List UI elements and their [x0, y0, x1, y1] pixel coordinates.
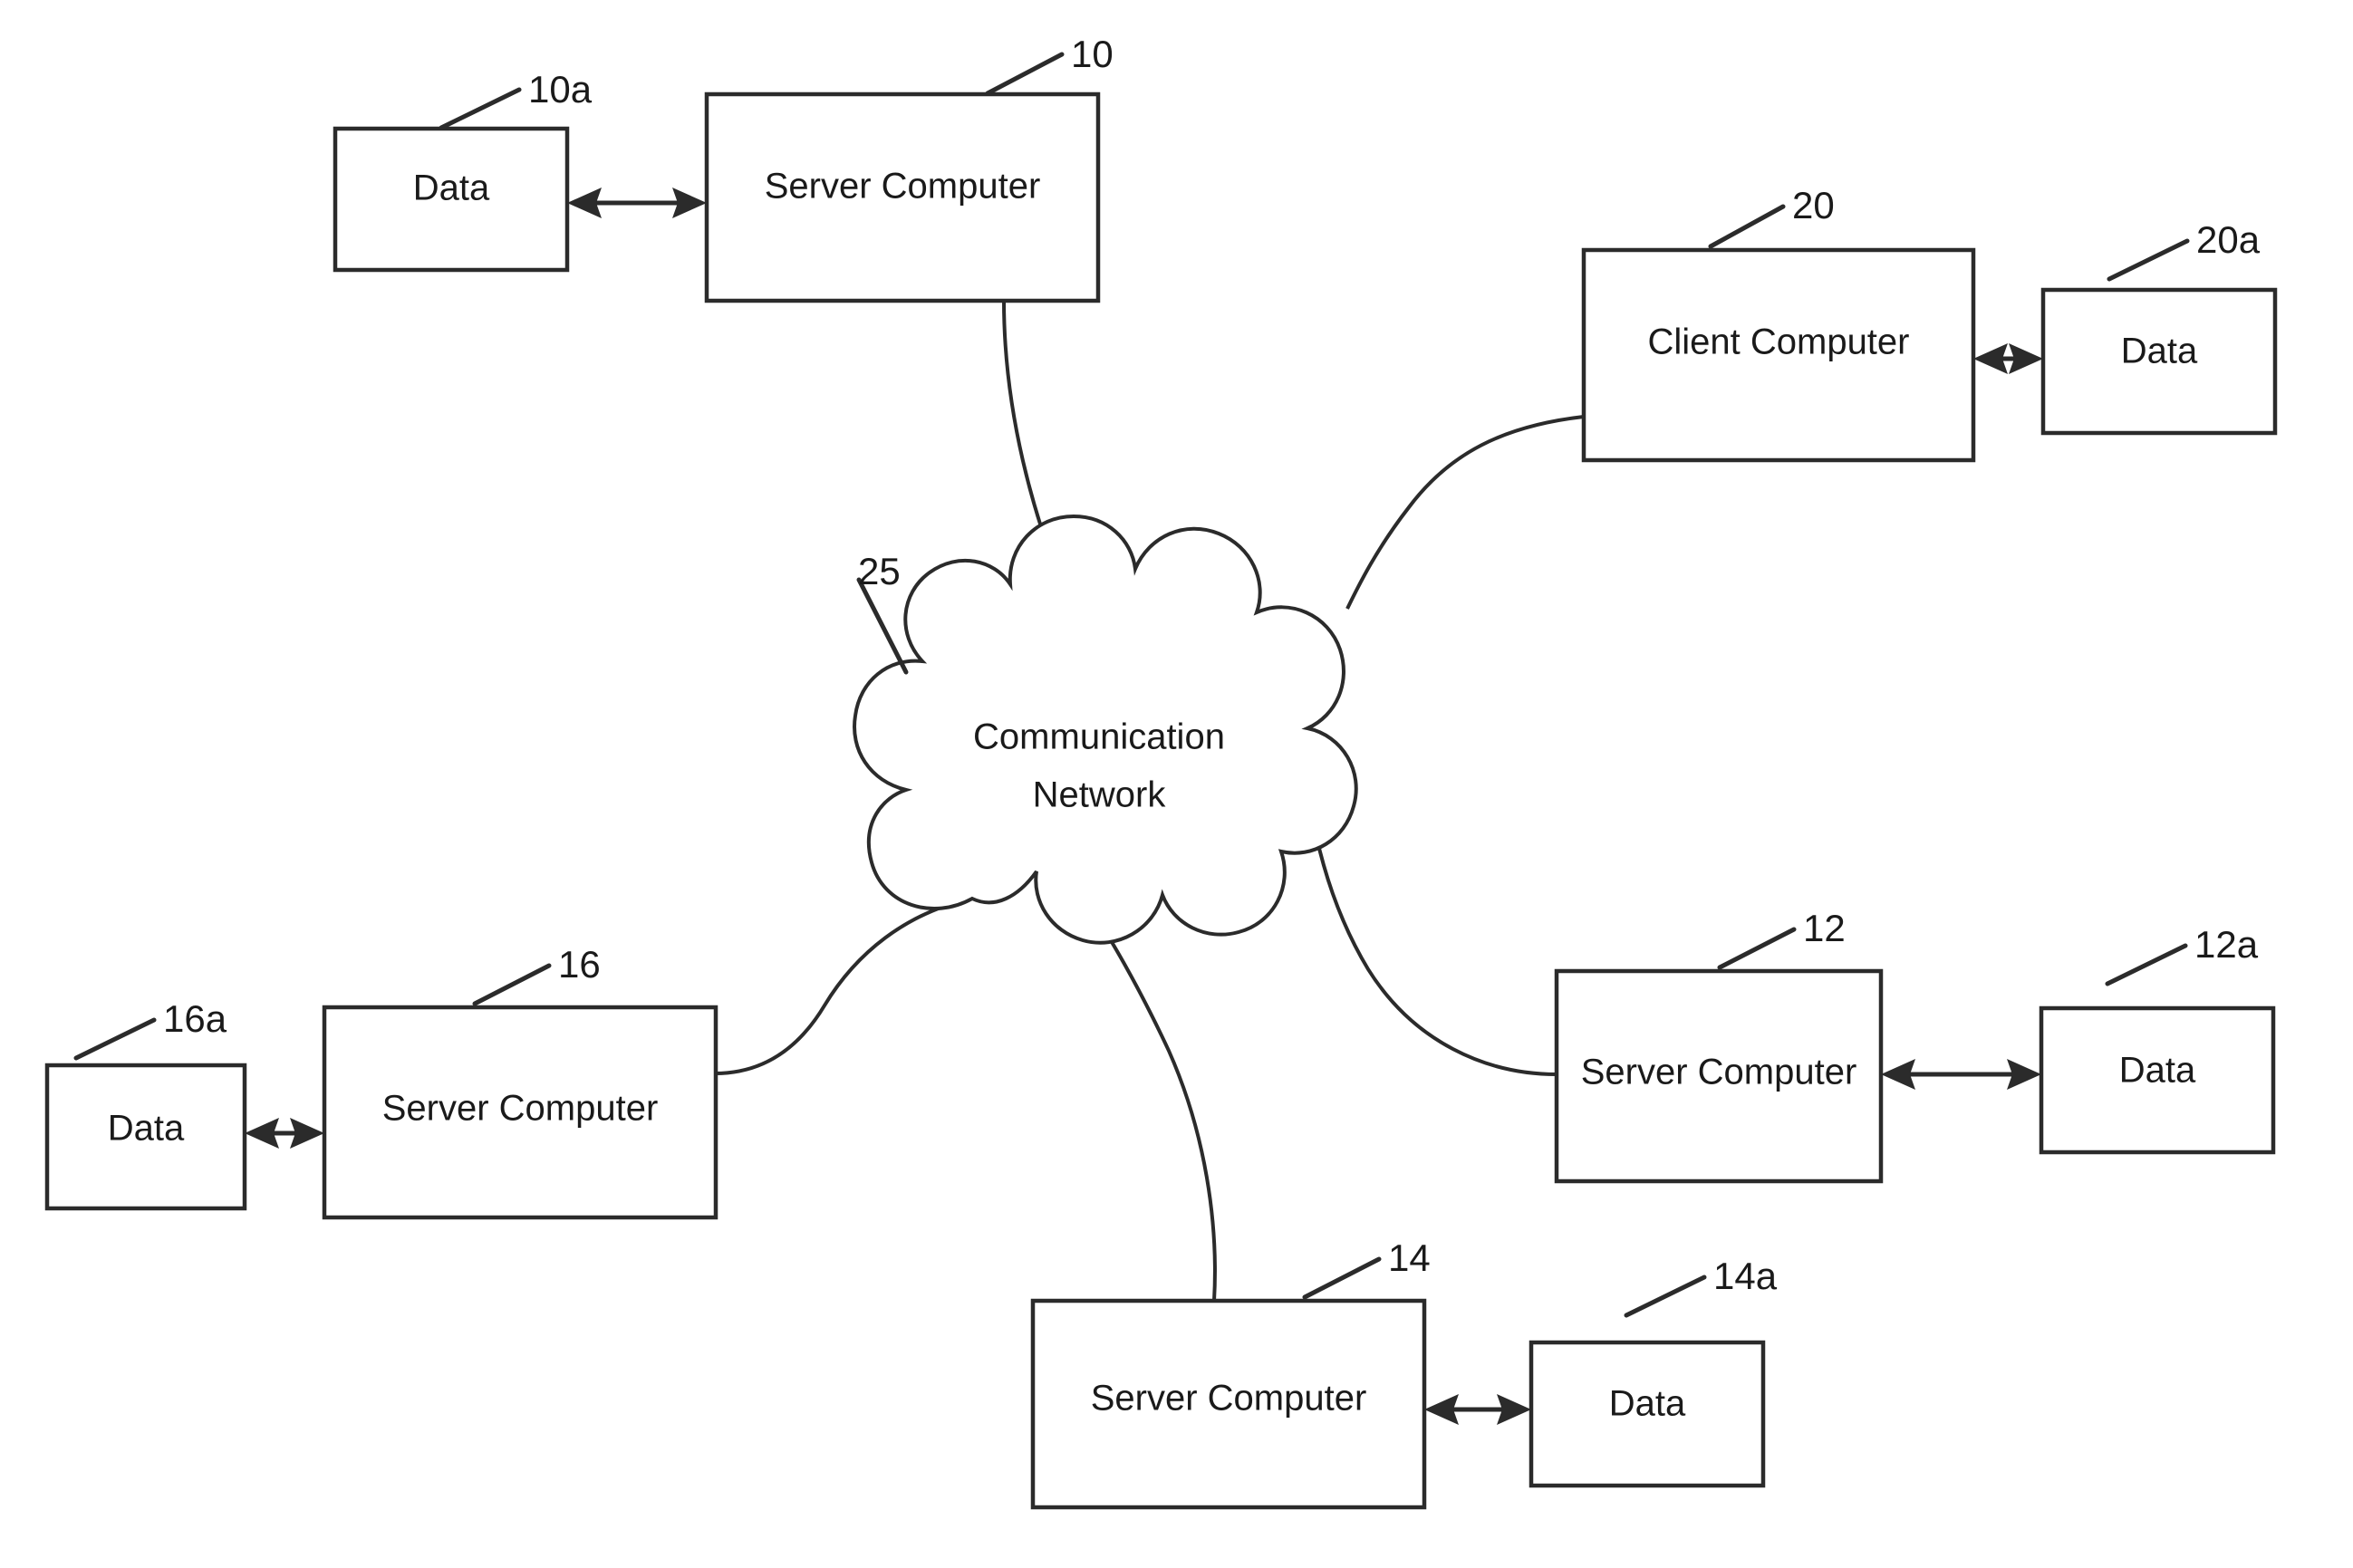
data-12a-label: Data: [2119, 1051, 2196, 1091]
server-16-label: Server Computer: [382, 1089, 659, 1129]
link-server16-to-cloud: [714, 897, 972, 1075]
leader-line-14: [1302, 1256, 1382, 1300]
communication-network-cloud: Communication Network: [853, 514, 1358, 945]
cloud-label-line-2: Network: [1033, 775, 1167, 815]
leader-line-20a: [2107, 238, 2190, 282]
link-server14-to-cloud: [1090, 909, 1217, 1302]
reference-numeral-10a: 10a: [528, 68, 593, 111]
node-data-12a[interactable]: Data 12a: [2039, 923, 2276, 1155]
network-diagram-figure: Communication Network 25 Server Computer…: [0, 0, 2353, 1568]
data-10a-label: Data: [413, 168, 490, 208]
client-20-label: Client Computer: [1647, 322, 1909, 362]
reference-numeral-16: 16: [558, 943, 601, 986]
leader-line-14a: [1624, 1275, 1707, 1318]
reference-marker-25: 25: [856, 550, 909, 675]
node-data-16a[interactable]: Data 16a: [44, 997, 247, 1211]
node-server-12[interactable]: Server Computer 12: [1554, 907, 1884, 1184]
data-14a-label: Data: [1609, 1384, 1686, 1424]
reference-numeral-14a: 14a: [1713, 1255, 1778, 1297]
reference-numeral-12: 12: [1803, 907, 1846, 949]
node-data-10a[interactable]: Data 10a: [333, 68, 593, 273]
leader-line-25: [856, 577, 909, 675]
arrow-data16a-server16: [245, 1118, 324, 1149]
cloud-label-line-1: Communication: [973, 717, 1225, 757]
leader-line-16: [472, 963, 552, 1006]
data-20a-label: Data: [2121, 332, 2198, 371]
link-server12-to-cloud: [1314, 832, 1557, 1076]
server-14-label: Server Computer: [1091, 1379, 1367, 1419]
node-server-14[interactable]: Server Computer 14: [1030, 1236, 1431, 1510]
node-server-16[interactable]: Server Computer 16: [322, 943, 718, 1220]
reference-numeral-20a: 20a: [2196, 218, 2261, 261]
arrow-data10a-server10: [567, 188, 707, 218]
reference-numeral-14: 14: [1388, 1236, 1431, 1279]
node-client-20[interactable]: Client Computer 20: [1581, 184, 1976, 463]
leader-line-16a: [73, 1017, 157, 1061]
server-10-label: Server Computer: [765, 167, 1041, 207]
reference-numeral-20: 20: [1792, 184, 1835, 226]
data-16a-label: Data: [108, 1109, 185, 1149]
diagram-canvas: Communication Network 25 Server Computer…: [44, 33, 2278, 1510]
node-data-20a[interactable]: Data 20a: [2040, 218, 2278, 436]
arrow-server12-data12a: [1881, 1059, 2041, 1090]
leader-line-12a: [2105, 943, 2188, 986]
node-data-14a[interactable]: Data 14a: [1528, 1255, 1778, 1488]
arrow-client20-data20a: [1973, 343, 2043, 374]
link-client20-to-cloud: [1345, 415, 1585, 610]
leader-line-10a: [439, 87, 522, 130]
leader-line-10: [985, 52, 1065, 96]
reference-numeral-10: 10: [1071, 33, 1114, 75]
leader-line-12: [1717, 927, 1797, 970]
reference-numeral-12a: 12a: [2194, 923, 2259, 966]
node-server-10[interactable]: Server Computer 10: [704, 33, 1114, 303]
reference-numeral-16a: 16a: [163, 997, 227, 1040]
reference-numeral-25: 25: [858, 550, 901, 592]
server-12-label: Server Computer: [1581, 1053, 1857, 1092]
leader-line-20: [1708, 204, 1786, 249]
arrow-server14-data14a: [1424, 1394, 1531, 1425]
